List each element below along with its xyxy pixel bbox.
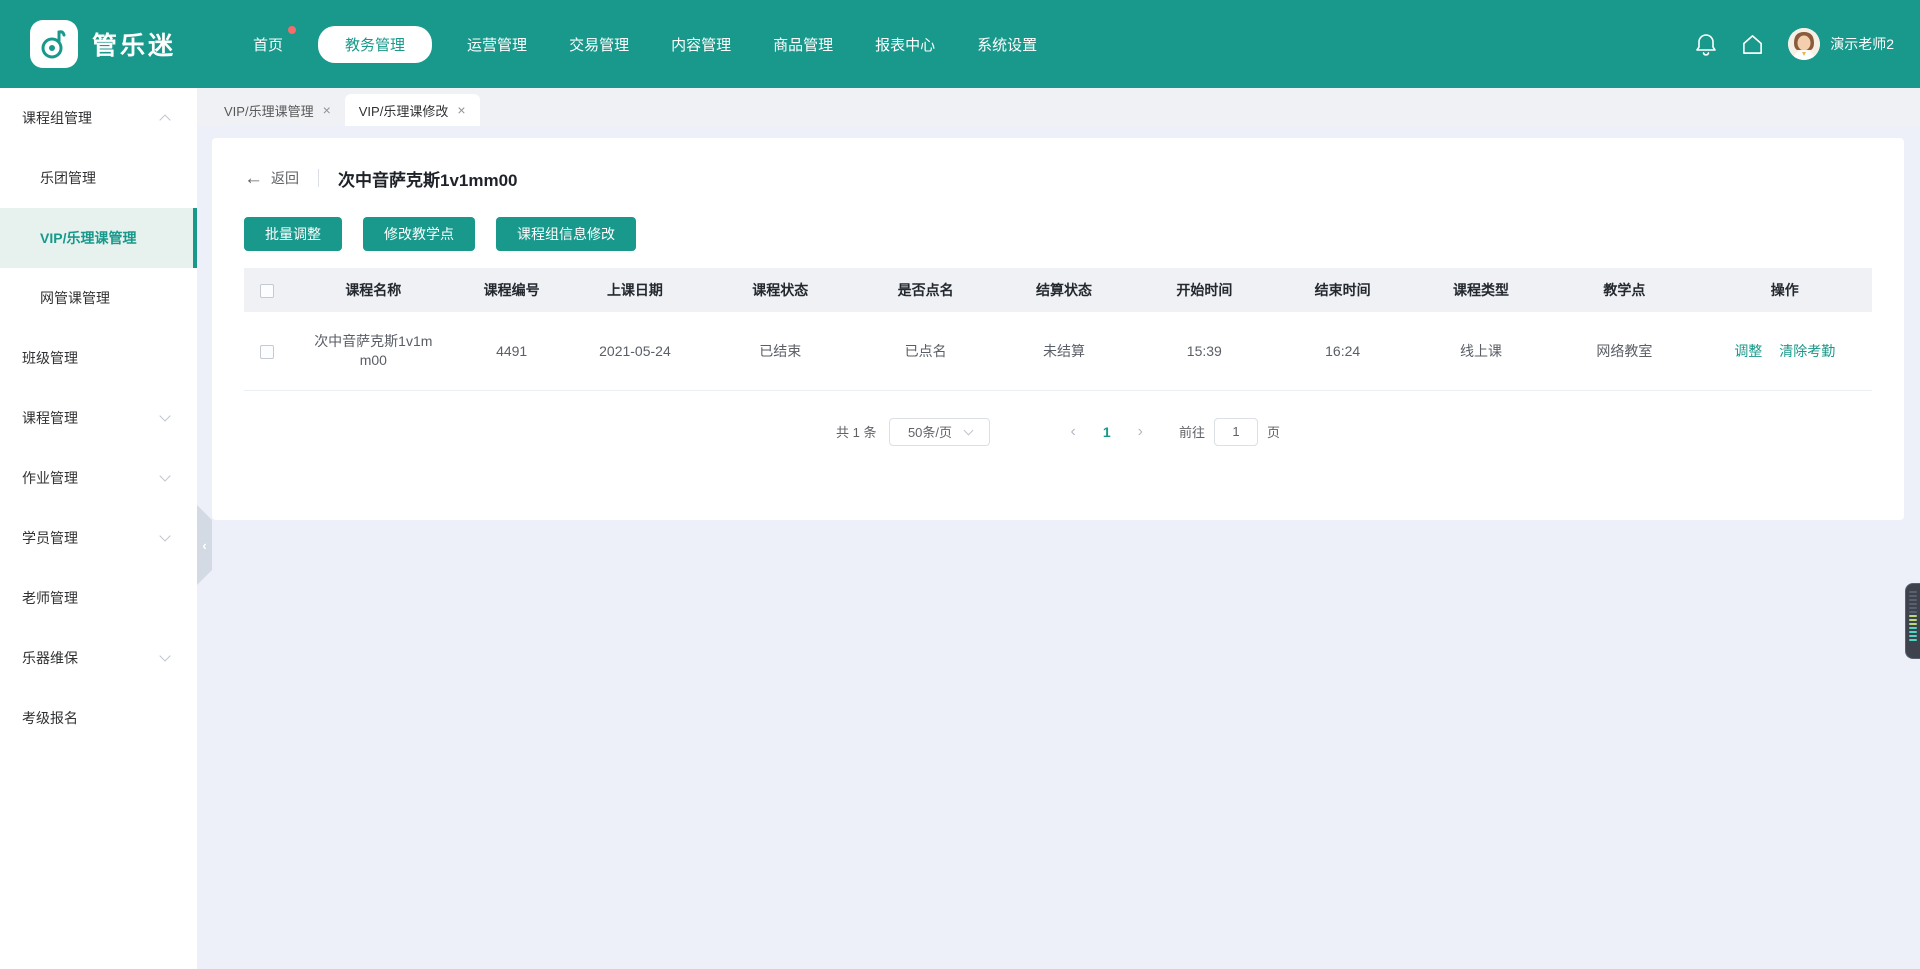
main-area: VIP/乐理课管理 × VIP/乐理课修改 × ← 返回 次中音萨克斯1v1mm… bbox=[197, 88, 1920, 969]
page-title: 次中音萨克斯1v1mm00 bbox=[338, 166, 518, 191]
back-arrow-icon: ← bbox=[244, 169, 263, 188]
cell-rollcall-status: 已点名 bbox=[857, 312, 993, 390]
edit-teaching-point-button[interactable]: 修改教学点 bbox=[363, 217, 475, 251]
chevron-up-icon bbox=[159, 114, 170, 125]
tab-vip-course-edit[interactable]: VIP/乐理课修改 × bbox=[345, 94, 480, 126]
cell-start-time: 15:39 bbox=[1134, 312, 1274, 390]
bell-icon[interactable] bbox=[1695, 32, 1717, 56]
goto-page-input[interactable] bbox=[1214, 418, 1258, 446]
content-area: ← 返回 次中音萨克斯1v1mm00 批量调整 修改教学点 课程组信息修改 bbox=[197, 126, 1920, 969]
cell-teaching-point: 网络教室 bbox=[1551, 312, 1697, 390]
sidebar-item-student-management[interactable]: 学员管理 bbox=[0, 508, 197, 568]
col-end-time: 结束时间 bbox=[1275, 268, 1411, 312]
app-logo[interactable]: 管乐迷 bbox=[30, 20, 176, 68]
navbar-right: 演示老师2 bbox=[1695, 28, 1894, 60]
page-size-select[interactable]: 50条/页 bbox=[889, 418, 990, 446]
close-icon[interactable]: × bbox=[457, 103, 465, 117]
chevron-down-icon bbox=[159, 530, 170, 541]
col-class-date: 上课日期 bbox=[567, 268, 703, 312]
edit-course-group-info-button[interactable]: 课程组信息修改 bbox=[496, 217, 636, 251]
table-header-row: 课程名称 课程编号 上课日期 课程状态 是否点名 结算状态 开始时间 结束时间 … bbox=[244, 268, 1872, 312]
close-icon[interactable]: × bbox=[323, 103, 331, 117]
nav-content-management[interactable]: 内容管理 bbox=[654, 26, 748, 63]
clear-attendance-link[interactable]: 清除考勤 bbox=[1779, 343, 1835, 359]
cell-course-name: 次中音萨克斯1v1mm00 bbox=[313, 332, 433, 370]
cell-course-type: 线上课 bbox=[1411, 312, 1551, 390]
back-button[interactable]: ← 返回 bbox=[244, 168, 299, 188]
sidebar-item-instrument-maintenance[interactable]: 乐器维保 bbox=[0, 628, 197, 688]
sidebar-item-orchestra[interactable]: 乐团管理 bbox=[0, 148, 197, 208]
cell-actions: 调整 清除考勤 bbox=[1698, 312, 1872, 390]
adjust-link[interactable]: 调整 bbox=[1734, 343, 1762, 359]
row-checkbox[interactable] bbox=[260, 345, 274, 359]
next-page-button[interactable]: › bbox=[1138, 424, 1143, 440]
avatar bbox=[1788, 28, 1820, 60]
chevron-down-icon bbox=[964, 425, 974, 435]
chevron-down-icon bbox=[159, 410, 170, 421]
chevron-down-icon bbox=[159, 650, 170, 661]
cell-course-status: 已结束 bbox=[703, 312, 857, 390]
col-rollcall-status: 是否点名 bbox=[857, 268, 993, 312]
page-header: ← 返回 次中音萨克斯1v1mm00 bbox=[244, 160, 1872, 196]
course-group-card: ← 返回 次中音萨克斯1v1mm00 批量调整 修改教学点 课程组信息修改 bbox=[212, 138, 1904, 520]
cell-end-time: 16:24 bbox=[1275, 312, 1411, 390]
user-name: 演示老师2 bbox=[1830, 34, 1894, 54]
col-course-type: 课程类型 bbox=[1411, 268, 1551, 312]
user-menu[interactable]: 演示老师2 bbox=[1788, 28, 1894, 60]
main-nav: 首页 教务管理 运营管理 交易管理 内容管理 商品管理 报表中心 系统设置 bbox=[236, 26, 1054, 63]
select-all-checkbox[interactable] bbox=[260, 284, 274, 298]
layout: 课程组管理 乐团管理 VIP/乐理课管理 网管课管理 班级管理 课程管理 作业管… bbox=[0, 88, 1920, 969]
page-unit-label: 页 bbox=[1267, 422, 1280, 441]
chevron-down-icon bbox=[159, 470, 170, 481]
edge-widget-handle[interactable] bbox=[1905, 583, 1920, 659]
sidebar: 课程组管理 乐团管理 VIP/乐理课管理 网管课管理 班级管理 课程管理 作业管… bbox=[0, 88, 197, 969]
cell-settle-status: 未结算 bbox=[994, 312, 1134, 390]
col-teaching-point: 教学点 bbox=[1551, 268, 1697, 312]
toolbar: 批量调整 修改教学点 课程组信息修改 bbox=[244, 217, 1872, 251]
tab-bar: VIP/乐理课管理 × VIP/乐理课修改 × bbox=[197, 88, 1920, 126]
col-course-name: 课程名称 bbox=[290, 268, 456, 312]
goto-label: 前往 bbox=[1179, 422, 1205, 441]
nav-home[interactable]: 首页 bbox=[236, 26, 300, 63]
current-page[interactable]: 1 bbox=[1103, 424, 1111, 440]
col-course-status: 课程状态 bbox=[703, 268, 857, 312]
prev-page-button[interactable]: ‹ bbox=[1070, 424, 1075, 440]
pager: ‹ 1 › bbox=[1070, 424, 1142, 440]
sidebar-item-course-group[interactable]: 课程组管理 bbox=[0, 88, 197, 148]
cell-course-id: 4491 bbox=[457, 312, 567, 390]
sidebar-item-homework-management[interactable]: 作业管理 bbox=[0, 448, 197, 508]
music-note-icon bbox=[39, 28, 69, 60]
col-settle-status: 结算状态 bbox=[994, 268, 1134, 312]
pagination: 共 1 条 50条/页 ‹ 1 › 前往 页 bbox=[244, 418, 1872, 446]
nav-academic-management[interactable]: 教务管理 bbox=[318, 26, 432, 63]
col-actions: 操作 bbox=[1698, 268, 1872, 312]
nav-transaction-management[interactable]: 交易管理 bbox=[552, 26, 646, 63]
sidebar-item-course-management[interactable]: 课程管理 bbox=[0, 388, 197, 448]
table-row: 次中音萨克斯1v1mm00 4491 2021-05-24 已结束 已点名 未结… bbox=[244, 312, 1872, 390]
goto-page: 前往 页 bbox=[1179, 418, 1280, 446]
nav-operation-management[interactable]: 运营管理 bbox=[450, 26, 544, 63]
sidebar-item-online-admin-course[interactable]: 网管课管理 bbox=[0, 268, 197, 328]
nav-system-settings[interactable]: 系统设置 bbox=[960, 26, 1054, 63]
batch-adjust-button[interactable]: 批量调整 bbox=[244, 217, 342, 251]
total-count: 共 1 条 bbox=[836, 422, 876, 441]
logo-music-note-icon bbox=[30, 20, 78, 68]
sidebar-item-vip-theory-course[interactable]: VIP/乐理课管理 bbox=[0, 208, 197, 268]
nav-product-management[interactable]: 商品管理 bbox=[756, 26, 850, 63]
sidebar-item-class-management[interactable]: 班级管理 bbox=[0, 328, 197, 388]
course-table: 课程名称 课程编号 上课日期 课程状态 是否点名 结算状态 开始时间 结束时间 … bbox=[244, 268, 1872, 391]
col-course-id: 课程编号 bbox=[457, 268, 567, 312]
sidebar-item-teacher-management[interactable]: 老师管理 bbox=[0, 568, 197, 628]
col-start-time: 开始时间 bbox=[1134, 268, 1274, 312]
home-icon[interactable] bbox=[1741, 33, 1764, 56]
notification-dot-icon bbox=[288, 26, 296, 34]
divider bbox=[318, 169, 319, 187]
top-navbar: 管乐迷 首页 教务管理 运营管理 交易管理 内容管理 商品管理 报表中心 系统设… bbox=[0, 0, 1920, 88]
sidebar-item-grading-registration[interactable]: 考级报名 bbox=[0, 688, 197, 748]
cell-class-date: 2021-05-24 bbox=[567, 312, 703, 390]
tab-vip-course-management[interactable]: VIP/乐理课管理 × bbox=[210, 94, 345, 126]
nav-report-center[interactable]: 报表中心 bbox=[858, 26, 952, 63]
app-title: 管乐迷 bbox=[92, 26, 176, 62]
